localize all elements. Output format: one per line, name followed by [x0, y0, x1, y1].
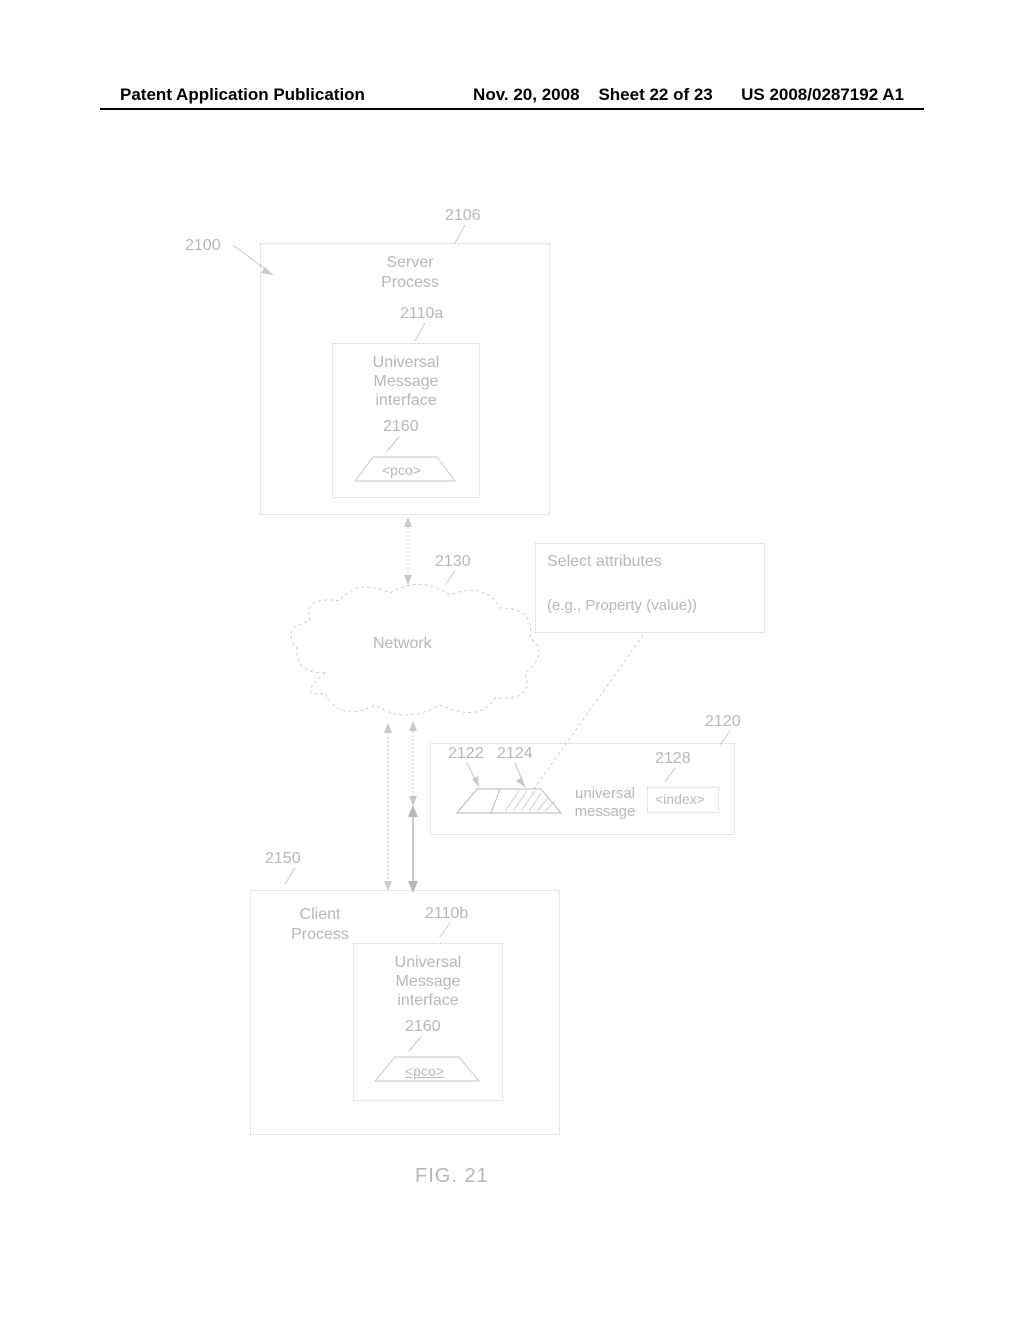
header-pubno: US 2008/0287192 A1	[741, 85, 904, 104]
leader-2150	[285, 868, 305, 888]
select-attr-line2: (e.g., Property (value))	[547, 597, 697, 614]
header-sheet: Sheet 22 of 23	[598, 85, 712, 104]
header-right: Nov. 20, 2008 Sheet 22 of 23 US 2008/028…	[473, 85, 904, 105]
figure-caption: FIG. 21	[415, 1165, 489, 1188]
ref-2160a: 2160	[383, 418, 419, 436]
arrow-net-client	[380, 723, 396, 891]
leader-2106	[455, 225, 475, 245]
ref-2160b: 2160	[405, 1018, 441, 1036]
ref-2100: 2100	[185, 237, 221, 255]
umi-server-label: Universal Message interface	[332, 353, 480, 410]
server-process-label: Server Process	[350, 253, 470, 293]
pco-client-text: <pco>	[405, 1063, 444, 1079]
ref-2110a: 2110a	[400, 305, 443, 323]
page-header: Patent Application Publication Nov. 20, …	[0, 85, 1024, 105]
pco-server-text: <pco>	[382, 462, 421, 478]
network-cloud	[285, 583, 545, 723]
leader-2110b	[440, 923, 460, 941]
network-label: Network	[373, 635, 432, 653]
ref-2110b: 2110b	[425, 905, 468, 923]
ref-2150: 2150	[265, 850, 301, 868]
leader-2160a	[387, 437, 407, 455]
header-rule	[100, 108, 924, 110]
ref-2106: 2106	[445, 207, 481, 225]
msg-trapezoid	[455, 787, 563, 817]
umi-client-label: Universal Message interface	[353, 953, 503, 1010]
client-process-label: Client Process	[270, 905, 370, 945]
leader-2160b	[409, 1037, 429, 1055]
figure-21: 2100 2106 Server Process 2110a Universal…	[125, 165, 885, 1205]
select-attr-line1: Select attributes	[547, 553, 662, 571]
universal-message-label: universal message	[565, 785, 645, 821]
arrow-msg-client	[405, 805, 421, 893]
ref-2120: 2120	[705, 713, 741, 731]
header-left: Patent Application Publication	[120, 85, 365, 105]
index-text: <index>	[655, 791, 705, 807]
header-date: Nov. 20, 2008	[473, 85, 579, 104]
arrow-net-down-1	[405, 721, 421, 806]
ref-2130: 2130	[435, 553, 471, 571]
arrow-server-network	[400, 517, 416, 585]
leader-2110a	[415, 323, 435, 343]
